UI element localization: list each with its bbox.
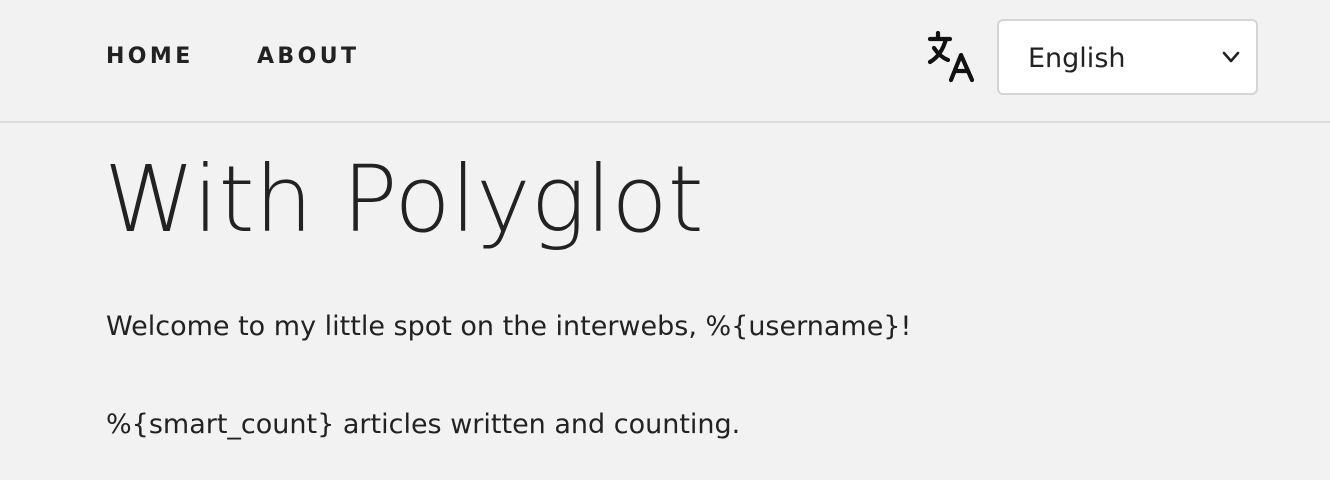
article-count-text: %{smart_count} articles written and coun…	[106, 409, 741, 440]
language-select-value: English	[1028, 43, 1126, 74]
nav-link-about[interactable]: ABOUT	[257, 44, 359, 70]
language-select[interactable]: English	[997, 19, 1258, 95]
translate-icon	[927, 30, 975, 83]
page-title: With Polyglot	[104, 146, 704, 253]
chevron-down-icon	[1222, 51, 1240, 63]
nav-link-home[interactable]: HOME	[106, 44, 194, 70]
top-navbar: HOME ABOUT English	[0, 0, 1330, 123]
welcome-text: Welcome to my little spot on the interwe…	[106, 311, 912, 342]
